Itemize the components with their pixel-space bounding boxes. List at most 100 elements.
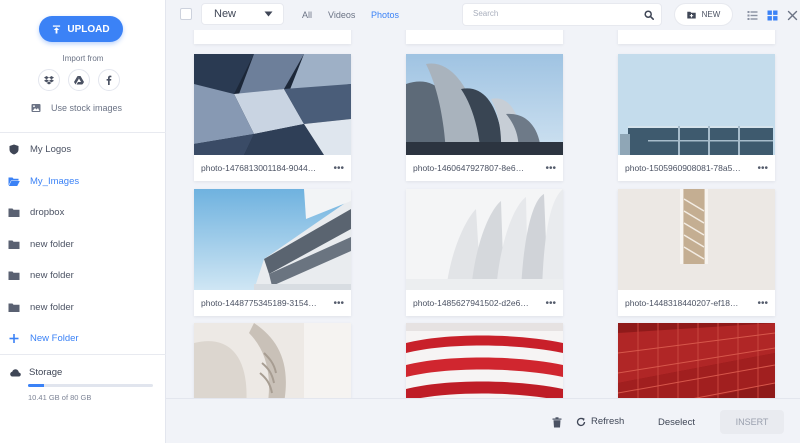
image-card[interactable]: photo-1448318440207-ef18… ••• bbox=[618, 189, 775, 316]
toolbar: New All Videos Photos NEW bbox=[166, 0, 800, 30]
folder-plus-icon bbox=[686, 11, 696, 18]
folder-icon bbox=[8, 208, 20, 217]
insert-button[interactable]: INSERT bbox=[720, 410, 784, 434]
image-card-footer: photo-1505960908081-78a5… ••• bbox=[618, 155, 775, 181]
image-filename: photo-1448775345189-3154… bbox=[201, 298, 317, 308]
image-card[interactable] bbox=[618, 323, 775, 398]
filter-photos[interactable]: Photos bbox=[371, 10, 399, 20]
trash-icon[interactable] bbox=[552, 417, 562, 428]
image-filename: photo-1505960908081-78a5… bbox=[625, 163, 741, 173]
google-drive-icon bbox=[74, 76, 84, 85]
folder-icon bbox=[8, 271, 20, 280]
shield-icon bbox=[9, 144, 19, 154]
image-thumbnail bbox=[194, 189, 351, 290]
image-card[interactable] bbox=[406, 323, 563, 398]
sidebar-item-dropbox[interactable]: dropbox bbox=[8, 202, 158, 222]
import-from-label: Import from bbox=[62, 54, 104, 63]
image-card-footer: photo-1485627941502-d2e6… ••• bbox=[406, 290, 563, 316]
close-button[interactable] bbox=[787, 8, 798, 21]
insert-label: INSERT bbox=[735, 417, 769, 427]
upload-label: UPLOAD bbox=[67, 23, 110, 35]
refresh-button[interactable]: Refresh bbox=[576, 416, 624, 427]
sidebar-item-label: My Logos bbox=[30, 143, 72, 155]
image-card-footer: photo-1476813001184-9044… ••• bbox=[194, 155, 351, 181]
sidebar-item-my-images[interactable]: My_Images bbox=[8, 171, 158, 191]
sidebar-item-label: new folder bbox=[30, 238, 74, 250]
storage-heading: Storage bbox=[10, 367, 62, 378]
new-label: NEW bbox=[701, 10, 721, 19]
sidebar-item-label: new folder bbox=[30, 269, 74, 281]
folder-icon bbox=[8, 303, 20, 312]
image-card[interactable]: photo-1485627941502-d2e6… ••• bbox=[406, 189, 563, 316]
sidebar-item-new-folder-3[interactable]: new folder bbox=[8, 297, 158, 317]
sidebar-item-label: My_Images bbox=[30, 175, 80, 187]
dropbox-icon bbox=[44, 76, 54, 85]
image-filename: photo-1476813001184-9044… bbox=[201, 163, 317, 173]
select-all-checkbox[interactable] bbox=[180, 8, 192, 20]
list-view-button[interactable] bbox=[747, 8, 758, 20]
refresh-icon bbox=[576, 417, 586, 426]
stock-images-label: Use stock images bbox=[51, 103, 123, 113]
image-card-footer: photo-1460647927807-8e6… ••• bbox=[406, 155, 563, 181]
storage-label: Storage bbox=[29, 367, 63, 378]
more-options-icon[interactable]: ••• bbox=[545, 163, 556, 174]
more-options-icon[interactable]: ••• bbox=[333, 298, 344, 309]
grid-view-button[interactable] bbox=[767, 8, 778, 21]
upload-button[interactable]: UPLOAD bbox=[39, 16, 123, 42]
filter-all[interactable]: All bbox=[302, 10, 312, 20]
close-icon bbox=[787, 10, 798, 21]
sidebar: UPLOAD Import from Use stock images My L… bbox=[0, 0, 166, 443]
folder-open-icon bbox=[8, 177, 20, 186]
folder-icon bbox=[8, 240, 20, 249]
new-folder-top-button[interactable]: NEW bbox=[674, 3, 733, 26]
dropbox-button[interactable] bbox=[38, 69, 60, 91]
more-options-icon[interactable]: ••• bbox=[333, 163, 344, 174]
new-folder-label: New Folder bbox=[30, 332, 79, 344]
image-card[interactable]: photo-1460647927807-8e6… ••• bbox=[406, 54, 563, 181]
refresh-label: Refresh bbox=[591, 416, 625, 427]
sidebar-item-label: dropbox bbox=[30, 206, 65, 218]
new-folder-button[interactable]: New Folder bbox=[8, 328, 158, 348]
image-filename: photo-1485627941502-d2e6… bbox=[413, 298, 529, 308]
search-icon bbox=[644, 10, 654, 20]
deselect-button[interactable]: Deselect bbox=[658, 417, 695, 428]
storage-usage-text: 10.41 GB of 80 GB bbox=[28, 393, 92, 402]
caret-down-icon bbox=[264, 11, 273, 17]
google-drive-button[interactable] bbox=[68, 69, 90, 91]
search-box bbox=[462, 3, 662, 26]
image-card-partial[interactable] bbox=[618, 30, 775, 44]
action-bar: Refresh Deselect INSERT bbox=[166, 398, 800, 443]
sidebar-item-new-folder-1[interactable]: new folder bbox=[8, 234, 158, 254]
grid-view-icon bbox=[767, 10, 778, 21]
image-card[interactable] bbox=[194, 323, 351, 398]
stock-images-link[interactable]: Use stock images bbox=[31, 103, 122, 113]
image-card-partial[interactable] bbox=[194, 30, 351, 44]
list-view-icon bbox=[747, 11, 758, 20]
image-icon bbox=[31, 104, 41, 112]
sidebar-divider bbox=[0, 132, 166, 133]
more-options-icon[interactable]: ••• bbox=[757, 298, 768, 309]
sort-dropdown[interactable]: New bbox=[201, 3, 284, 25]
storage-progress-fill bbox=[28, 384, 45, 387]
image-thumbnail bbox=[618, 54, 775, 155]
image-card-footer: photo-1448318440207-ef18… ••• bbox=[618, 290, 775, 316]
search-input[interactable] bbox=[473, 9, 633, 18]
image-card[interactable]: photo-1505960908081-78a5… ••• bbox=[618, 54, 775, 181]
filter-videos[interactable]: Videos bbox=[328, 10, 355, 20]
image-card[interactable]: photo-1448775345189-3154… ••• bbox=[194, 189, 351, 316]
more-options-icon[interactable]: ••• bbox=[545, 298, 556, 309]
image-card-partial[interactable] bbox=[406, 30, 563, 44]
image-thumbnail bbox=[618, 323, 775, 398]
image-card[interactable]: photo-1476813001184-9044… ••• bbox=[194, 54, 351, 181]
cloud-icon bbox=[10, 369, 21, 377]
more-options-icon[interactable]: ••• bbox=[757, 163, 768, 174]
image-filename: photo-1460647927807-8e6… bbox=[413, 163, 525, 173]
image-thumbnail bbox=[618, 189, 775, 290]
sidebar-item-new-folder-2[interactable]: new folder bbox=[8, 265, 158, 285]
sidebar-divider bbox=[0, 354, 166, 355]
import-sources bbox=[38, 69, 120, 91]
sidebar-item-my-logos[interactable]: My Logos bbox=[8, 139, 158, 159]
image-grid: photo-1476813001184-9044… ••• photo-1460… bbox=[166, 30, 800, 398]
image-thumbnail bbox=[194, 323, 351, 398]
facebook-button[interactable] bbox=[98, 69, 120, 91]
